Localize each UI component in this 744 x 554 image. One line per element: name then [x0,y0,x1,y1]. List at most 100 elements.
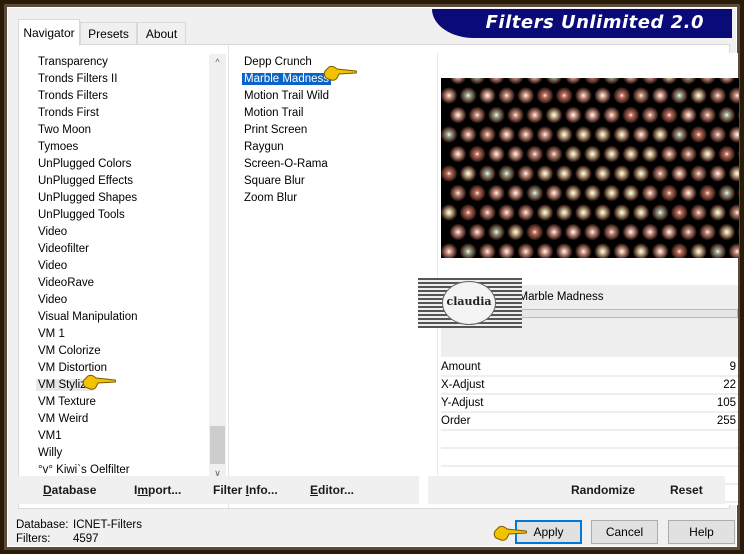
database-button[interactable]: Database [43,476,96,504]
marble [660,67,678,85]
editor-button[interactable]: Editor... [310,476,354,504]
marble [594,243,612,260]
param-order[interactable]: Order 255 [441,413,738,431]
marble [564,223,582,241]
param-value[interactable]: 105 [717,395,736,411]
marble [613,87,631,104]
tab-about[interactable]: About [137,22,186,45]
category-item[interactable]: VM Stylize [31,377,236,394]
scroll-thumb[interactable] [210,426,225,464]
category-item[interactable]: Tronds Filters II [31,71,236,88]
filter-list[interactable]: Depp Crunch Marble Madness Motion Trail Wi… [237,54,432,482]
filter-item[interactable]: Print Screen [237,122,432,139]
filter-item[interactable]: Motion Trail Wild [237,88,432,105]
import-button[interactable]: Import... [134,476,181,504]
help-button[interactable]: Help [668,520,735,544]
tab-presets[interactable]: Presets [80,22,137,45]
category-item[interactable]: VM 1 [31,326,236,343]
category-item-label: VideoRave [38,277,95,289]
param-amount[interactable]: Amount 9 [441,359,738,377]
pointing-hand-icon [323,65,357,81]
marble [487,106,505,124]
marble [574,87,592,104]
marble [440,87,458,104]
param-x-adjust[interactable]: X-Adjust 22 [441,377,738,395]
marble [487,67,505,85]
marble [459,87,477,104]
filter-item[interactable]: Raygun [237,139,432,156]
tab-navigator[interactable]: Navigator [18,19,80,46]
category-item[interactable]: UnPlugged Tools [31,207,236,224]
category-scrollbar[interactable]: ^ ∨ [209,54,226,482]
filter-info-button[interactable]: Filter Info... [213,476,278,504]
marble [709,126,727,143]
marble [507,145,525,163]
category-item[interactable]: Video [31,258,236,275]
marble [632,165,650,182]
marble [603,184,621,202]
database-label: Database: [16,519,69,531]
category-item-label: UnPlugged Tools [38,209,125,221]
marble [613,126,631,143]
reset-button[interactable]: Reset [670,476,703,504]
category-list[interactable]: Transparency Tronds Filters II Tronds Filt… [31,54,236,482]
marble [583,184,601,202]
param-value[interactable]: 255 [717,413,736,429]
category-item[interactable]: Tronds First [31,105,236,122]
watermark-text: claudia [442,281,496,325]
category-item[interactable]: VM Colorize [31,343,236,360]
filter-item-label: Motion Trail Wild [244,90,329,102]
scroll-up-arrow-icon[interactable]: ^ [209,54,226,71]
category-item[interactable]: UnPlugged Shapes [31,190,236,207]
marble [679,106,697,124]
marble [555,126,573,143]
category-item-label: Tronds Filters [38,90,108,102]
param-value[interactable]: 9 [730,359,736,375]
marble [679,145,697,163]
category-item[interactable]: VM Distortion [31,360,236,377]
param-value[interactable]: 22 [723,377,736,393]
watermark-logo: claudia [418,278,522,328]
category-item-label: Tronds Filters II [38,73,118,85]
marble [440,165,458,182]
navigator-panel: Transparency Tronds Filters II Tronds Filt… [18,44,744,510]
marble [737,145,744,163]
marble [555,204,573,221]
category-item[interactable]: UnPlugged Effects [31,173,236,190]
category-item[interactable]: Transparency [31,54,236,71]
category-item[interactable]: VM Weird [31,411,236,428]
cancel-button[interactable]: Cancel [591,520,658,544]
category-item[interactable]: Willy [31,445,236,462]
marble [459,126,477,143]
marble [699,67,717,85]
category-item[interactable]: Two Moon [31,122,236,139]
filter-item[interactable]: Motion Trail [237,105,432,122]
marble [526,106,544,124]
marble [699,184,717,202]
filter-item[interactable]: Square Blur [237,173,432,190]
filter-item[interactable]: Screen-O-Rama [237,156,432,173]
marble [690,243,708,260]
param-y-adjust[interactable]: Y-Adjust 105 [441,395,738,413]
category-item[interactable]: UnPlugged Colors [31,156,236,173]
category-item[interactable]: Video [31,224,236,241]
marble [536,204,554,221]
param-label: Order [441,415,471,427]
filter-item[interactable]: Zoom Blur [237,190,432,207]
marble [622,223,640,241]
category-item[interactable]: Video [31,292,236,309]
marble [603,67,621,85]
category-item-label: Transparency [38,56,108,68]
marble [498,243,516,260]
marble [536,243,554,260]
category-item-label: VM Texture [38,396,96,408]
category-item[interactable]: VideoRave [31,275,236,292]
category-item[interactable]: VM Texture [31,394,236,411]
category-item[interactable]: Visual Manipulation [31,309,236,326]
category-item[interactable]: Tymoes [31,139,236,156]
randomize-button[interactable]: Randomize [571,476,635,504]
category-item[interactable]: VM1 [31,428,236,445]
marble [440,204,458,221]
category-item[interactable]: Videofilter [31,241,236,258]
category-item[interactable]: Tronds Filters [31,88,236,105]
